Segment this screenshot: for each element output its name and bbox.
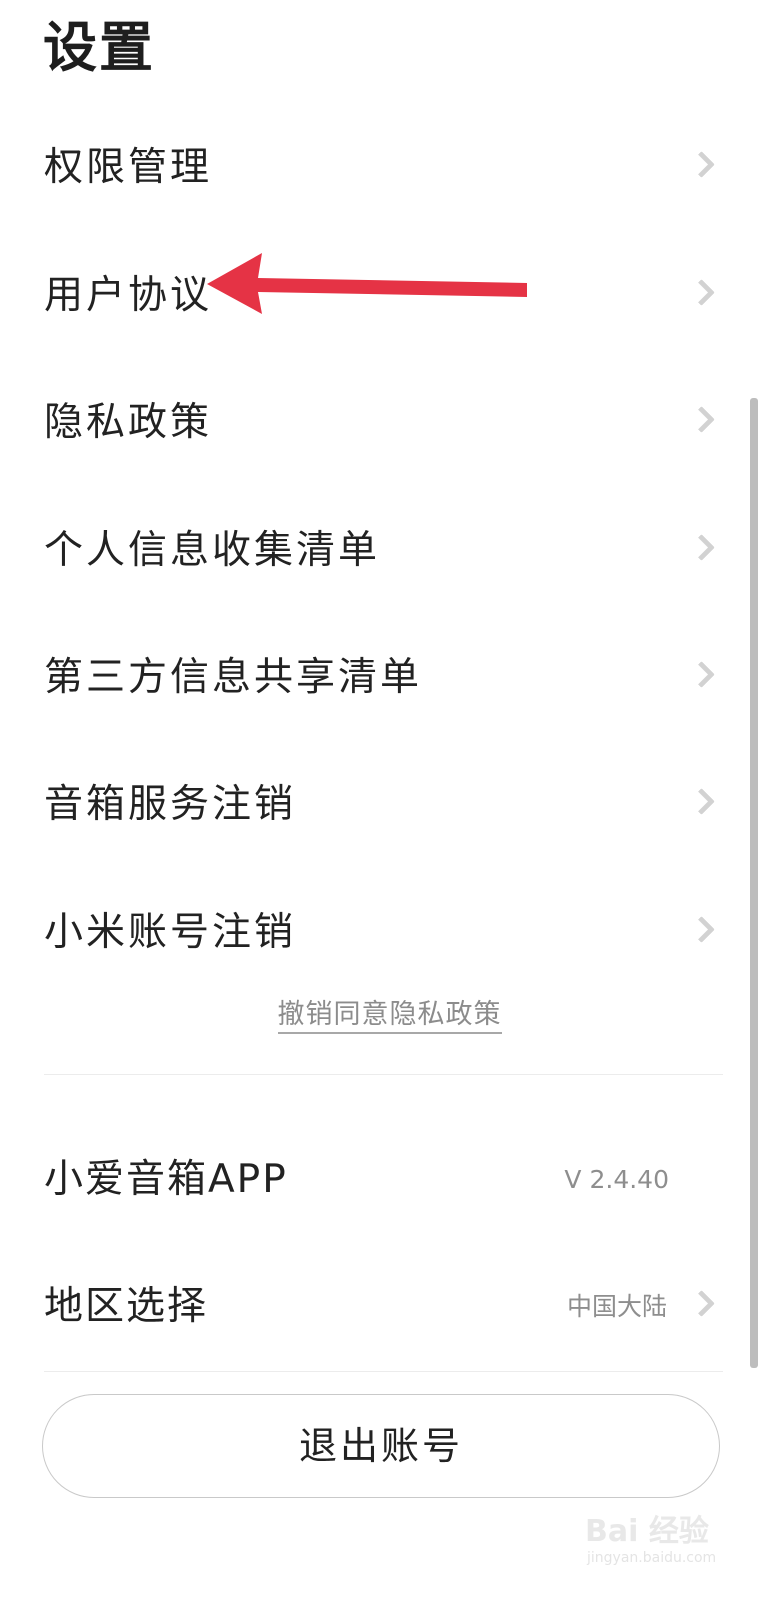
app-name-label: 小爱音箱APP [44,1157,288,1202]
chevron-right-icon [688,151,715,178]
menu-item-permission-management[interactable]: 权限管理 [0,104,779,232]
menu-item-label: 小米账号注销 [44,910,297,955]
region-select-label: 地区选择 [44,1284,209,1329]
chevron-right-icon [688,788,715,815]
page-title: 设置 [43,16,155,79]
app-version-value: V 2.4.40 [564,1165,669,1194]
menu-item-user-agreement[interactable]: 用户协议 [0,232,779,360]
chevron-right-icon [688,661,715,688]
menu-item-mi-account-deregister[interactable]: 小米账号注销 [0,869,779,997]
revoke-privacy-consent-link[interactable]: 撤销同意隐私政策 [277,999,502,1034]
app-version-row: 小爱音箱APP V 2.4.40 [0,1116,779,1244]
menu-item-speaker-service-deregister[interactable]: 音箱服务注销 [0,741,779,869]
region-select-row[interactable]: 地区选择 中国大陆 [0,1243,779,1371]
revoke-privacy-consent-link-row: 撤销同意隐私政策 [0,992,779,1034]
region-value: 中国大陆 [566,1292,667,1321]
menu-item-third-party-sharing-list[interactable]: 第三方信息共享清单 [0,614,779,742]
menu-item-personal-info-list[interactable]: 个人信息收集清单 [0,487,779,615]
chevron-right-icon [688,1290,715,1317]
chevron-right-icon [688,534,715,561]
menu-item-privacy-policy[interactable]: 隐私政策 [0,359,779,487]
chevron-right-icon [688,279,715,306]
watermark-text: Bai 经验 [585,1514,709,1549]
chevron-right-icon [688,406,715,433]
menu-item-label: 隐私政策 [44,400,213,445]
menu-item-label: 权限管理 [44,145,213,190]
menu-item-label: 个人信息收集清单 [44,528,381,573]
menu-item-label: 用户协议 [44,273,213,318]
menu-item-label: 第三方信息共享清单 [44,655,423,700]
divider [44,1074,723,1075]
logout-button[interactable]: 退出账号 [42,1394,720,1498]
watermark-subtext: jingyan.baidu.com [587,1550,717,1566]
baidu-jingyan-watermark: Bai 经验 jingyan.baidu.com [585,1500,765,1580]
divider [44,1371,723,1372]
scrollbar[interactable] [750,398,758,1368]
menu-item-label: 音箱服务注销 [44,782,297,827]
chevron-right-icon [688,916,715,943]
